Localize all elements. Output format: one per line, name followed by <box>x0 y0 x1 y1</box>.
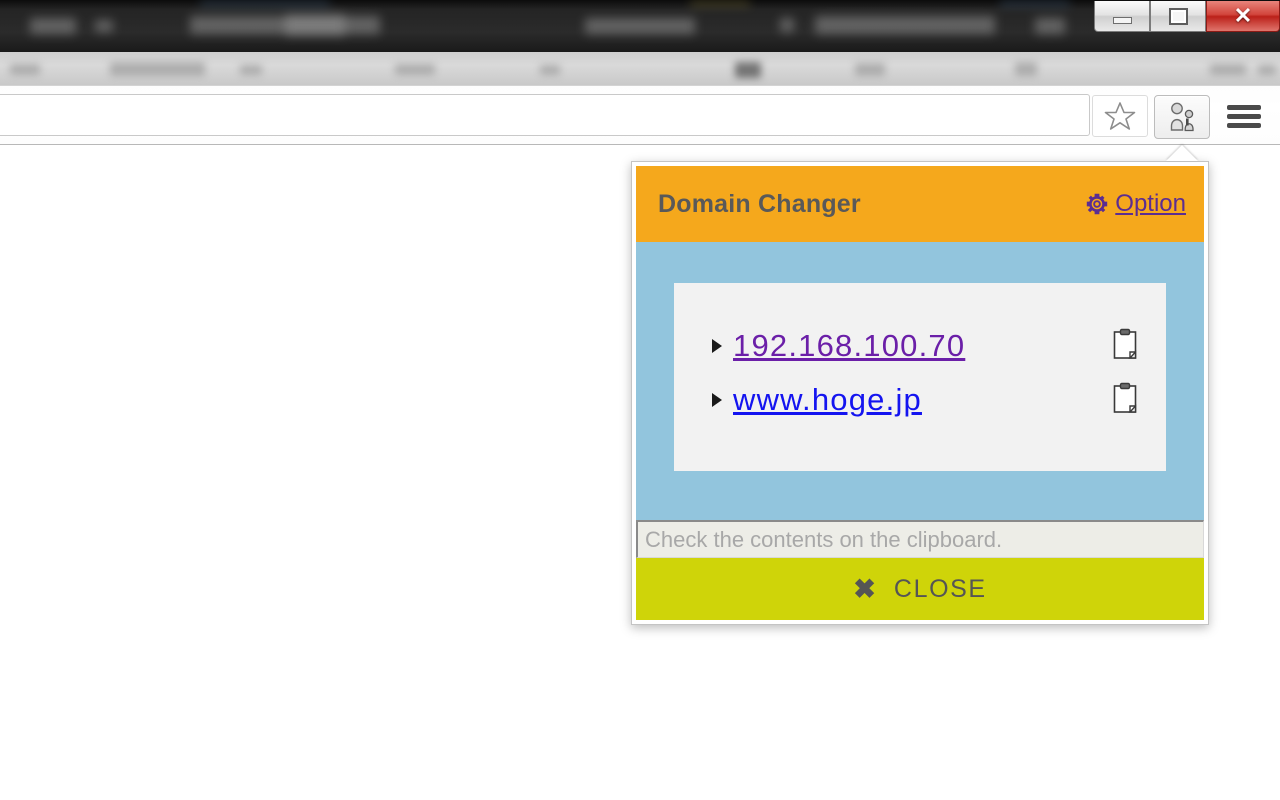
hamburger-menu-icon <box>1227 101 1261 132</box>
status-bar: Check the contents on the clipboard. <box>636 520 1204 558</box>
blurred-tab-strip <box>0 0 1075 52</box>
blurred-bookmarks-bar <box>0 52 1280 85</box>
popup-pointer-arrow <box>1166 145 1198 161</box>
star-icon <box>1104 102 1136 130</box>
bookmark-star-button[interactable] <box>1092 95 1148 137</box>
option-link[interactable]: Option <box>1085 190 1186 218</box>
gear-icon <box>1087 193 1108 215</box>
domain-link-item[interactable]: 192.168.100.70 <box>733 328 965 364</box>
table-row[interactable]: 192.168.100.70 <box>674 319 1166 373</box>
table-row[interactable]: www.hoge.jp <box>674 373 1166 427</box>
window-minimize-button[interactable] <box>1094 1 1150 32</box>
domain-changer-extension-icon <box>1170 102 1194 132</box>
triangle-bullet-icon <box>712 339 722 353</box>
close-icon: ✕ <box>1233 3 1253 28</box>
popup-header: Domain Changer Option <box>636 166 1204 242</box>
window-title-bar: ✕ <box>0 0 1280 52</box>
domain-list-panel: 192.168.100.70 www.hoge.jp <box>674 283 1166 471</box>
window-restore-button[interactable] <box>1150 1 1206 32</box>
window-controls[interactable]: ✕ <box>1094 0 1280 36</box>
domain-changer-extension-button[interactable] <box>1154 95 1210 139</box>
minimize-icon <box>1112 17 1132 24</box>
clipboard-icon[interactable] <box>1112 382 1138 419</box>
address-bar-input[interactable] <box>0 94 1090 136</box>
browser-toolbar <box>0 85 1280 145</box>
window-close-button[interactable]: ✕ <box>1206 1 1280 32</box>
option-label: Option <box>1115 190 1186 217</box>
domain-changer-popup: Domain Changer Option 192.168.100.70 www… <box>631 161 1209 625</box>
triangle-bullet-icon <box>712 393 722 407</box>
screen: ✕ Domain Changer Option 192.168.100.70 w… <box>0 0 1280 800</box>
chrome-menu-button[interactable] <box>1218 95 1270 137</box>
status-message: Check the contents on the clipboard. <box>645 526 1003 552</box>
restore-icon <box>1168 7 1188 25</box>
close-button-label: CLOSE <box>893 574 987 603</box>
clipboard-icon[interactable] <box>1112 328 1138 365</box>
popup-title: Domain Changer <box>658 189 861 218</box>
close-x-icon: ✖ <box>853 573 876 604</box>
close-button[interactable]: ✖ CLOSE <box>636 558 1204 620</box>
popup-body: 192.168.100.70 www.hoge.jp <box>636 242 1204 520</box>
domain-link-item[interactable]: www.hoge.jp <box>733 382 922 418</box>
